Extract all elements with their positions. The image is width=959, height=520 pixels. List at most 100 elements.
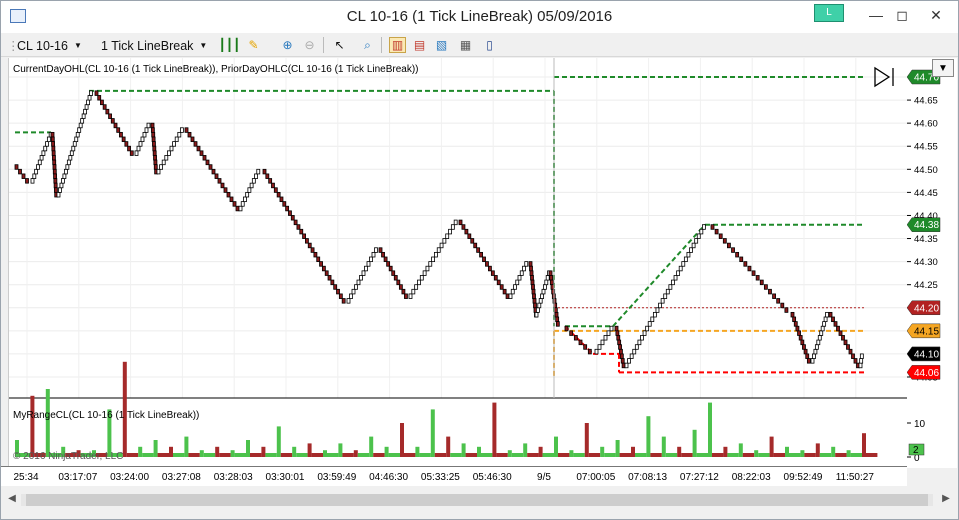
down-box (763, 284, 768, 290)
range-bar-base (142, 453, 154, 457)
range-bar-base (434, 453, 447, 457)
range-bar-up (785, 446, 789, 457)
pencil-icon[interactable]: ✎ (245, 37, 262, 53)
range-bar-up (692, 429, 697, 457)
down-box (784, 307, 789, 313)
time-tick-label: 03:59:49 (317, 472, 356, 483)
range-bar-base (558, 453, 570, 457)
down-box (751, 270, 756, 276)
up-box (359, 275, 363, 281)
down-box (119, 131, 123, 138)
up-box (634, 344, 639, 350)
down-box (102, 104, 107, 110)
range-bar-base (681, 453, 693, 457)
up-box (356, 279, 361, 286)
down-box (52, 164, 57, 170)
up-box (814, 344, 819, 350)
scroll-left-icon[interactable]: ◀ (5, 493, 19, 507)
down-box (50, 136, 55, 143)
range-bar-up (276, 426, 281, 457)
time-tick-label: 08:22:03 (732, 472, 771, 483)
time-tick-label: 03:30:01 (266, 472, 305, 483)
zoom-in-icon[interactable]: ⊕ (279, 37, 296, 53)
range-bar-base (250, 453, 262, 457)
down-box (533, 302, 537, 309)
down-box (205, 159, 210, 166)
range-bar-base (804, 453, 816, 457)
time-axis-svg: 25:34 03:17:07 03:24:00 03:27:08 03:28:03 03:… (13, 472, 874, 483)
up-box (59, 182, 64, 189)
data-box-icon[interactable]: ▦ (457, 37, 474, 53)
down-box (51, 150, 56, 156)
properties-icon[interactable]: ▯ (481, 37, 498, 53)
up-box (63, 168, 68, 175)
down-box (490, 270, 495, 276)
up-box (629, 353, 634, 359)
up-box (142, 131, 147, 138)
down-box (193, 141, 198, 147)
range-bar-base (234, 453, 246, 457)
price-marker-label: 44.06 (914, 368, 939, 379)
up-box (683, 256, 688, 263)
down-box (772, 293, 776, 299)
cursor-icon[interactable]: ↖ (331, 37, 348, 53)
up-box (537, 302, 542, 309)
price-chart[interactable]: CurrentDayOHL(CL 10-16 (1 Tick LineBreak… (9, 58, 908, 468)
magnifier-icon[interactable]: ⌕ (359, 37, 376, 53)
up-box (647, 321, 652, 327)
scroll-right-icon[interactable]: ▶ (939, 493, 953, 507)
price-axis[interactable]: 44.7044.6544.6044.5544.5044.4544.4044.35… (906, 58, 957, 468)
horizontal-scrollbar[interactable]: ◀ ▶ (1, 488, 958, 518)
bar-type-selector[interactable]: 1 Tick LineBreak ▼ (101, 37, 207, 54)
up-box (681, 261, 686, 267)
down-box (152, 141, 156, 147)
down-box (307, 242, 312, 249)
range-bar-up (199, 450, 204, 457)
up-box (448, 228, 452, 235)
axis-dropdown-button[interactable]: ▼ (932, 59, 954, 77)
down-box (806, 358, 811, 364)
up-box (349, 293, 353, 299)
scrollbar-thumb[interactable] (26, 494, 928, 506)
down-box (220, 182, 225, 189)
instrument-label: CL 10-16 (17, 38, 68, 53)
up-box (665, 288, 670, 295)
up-box (819, 330, 824, 336)
up-box (439, 242, 444, 249)
up-box (637, 339, 642, 346)
chart-panels[interactable]: CurrentDayOHL(CL 10-16 (1 Tick LineBreak… (8, 58, 908, 468)
down-box (52, 159, 57, 166)
indicators-icon[interactable]: ▥ (389, 37, 406, 53)
link-button[interactable]: L (814, 4, 844, 22)
price-tick-label: 44.65 (914, 96, 938, 107)
up-box (652, 311, 657, 318)
time-tick-label: 07:27:12 (680, 472, 719, 483)
instrument-selector[interactable]: CL 10-16 ▼ (17, 37, 82, 54)
chart-window: CL 10-16 (1 Tick LineBreak) 05/09/2016 L… (0, 0, 959, 520)
up-box (45, 141, 49, 147)
range-bar-base (789, 453, 801, 457)
range-bar-base (481, 453, 493, 457)
up-box (172, 141, 177, 147)
chart-style-icon[interactable]: ┃┃┃ (219, 37, 241, 53)
down-box (731, 247, 735, 253)
price-tick-label: 44.50 (914, 165, 938, 176)
up-box (820, 325, 825, 332)
down-box (532, 298, 537, 304)
down-box (461, 224, 466, 230)
range-bar-up (415, 446, 420, 457)
close-button[interactable]: ✕ (913, 1, 959, 29)
chart-trader-icon[interactable]: ▧ (433, 37, 450, 53)
zoom-out-icon[interactable]: ⊖ (301, 37, 318, 53)
down-box (768, 288, 772, 295)
down-box (327, 275, 332, 281)
range-bar-base (835, 453, 847, 457)
range-bar-up (477, 446, 481, 457)
up-box (159, 164, 164, 170)
time-axis[interactable]: 25:34 03:17:07 03:24:00 03:27:08 03:28:03 03:… (1, 466, 907, 486)
down-box (51, 145, 56, 152)
range-axis: 1002 (907, 419, 926, 464)
down-box (381, 251, 385, 258)
strategies-icon[interactable]: ▤ (411, 37, 428, 53)
up-box (436, 247, 441, 253)
